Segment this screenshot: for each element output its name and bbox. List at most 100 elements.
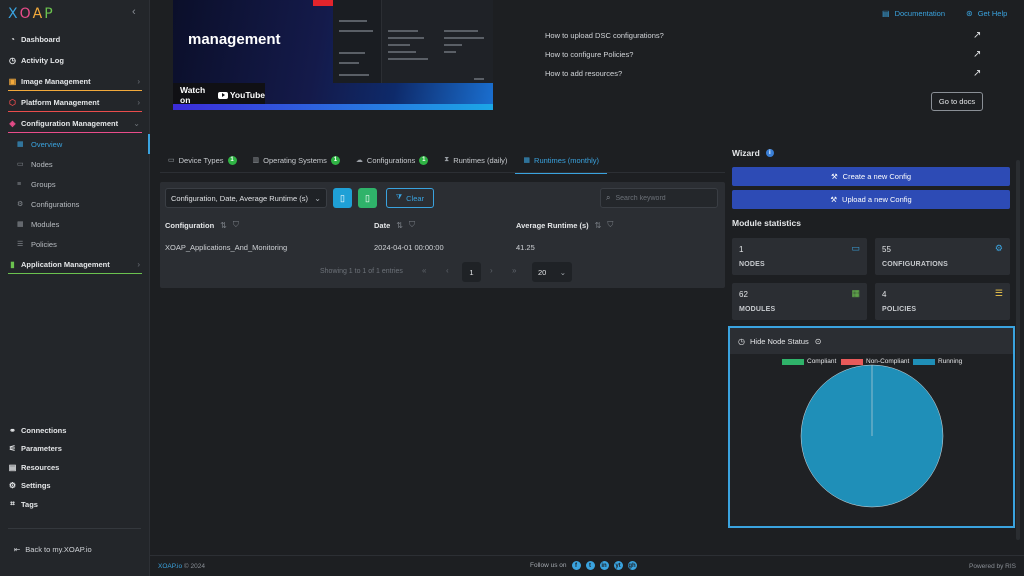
sort-icon[interactable]: ⇅ xyxy=(220,221,227,230)
tab-runtimes-daily[interactable]: ⧗ Runtimes (daily) xyxy=(436,148,515,173)
tag-icon: ⌗ xyxy=(10,499,15,509)
faq-label: How to configure Policies? xyxy=(545,50,634,59)
stat-label: POLICIES xyxy=(882,306,917,313)
documentation-link[interactable]: ▤ Documentation xyxy=(882,9,945,18)
linkedin-icon[interactable]: in xyxy=(599,561,609,570)
gear-icon: ⚙ xyxy=(17,201,24,208)
sidebar-item-configuration-management[interactable]: ◈ Configuration Management ⌄ xyxy=(0,113,150,134)
info-icon[interactable]: i xyxy=(765,149,774,157)
filter-icon[interactable]: ⛉ xyxy=(607,220,613,230)
accent-underline xyxy=(8,111,142,112)
tab-operating-systems[interactable]: ▥ Operating Systems 1 xyxy=(245,148,348,173)
next-page-icon[interactable]: › xyxy=(490,266,493,275)
xoap-logo[interactable]: XOAP xyxy=(8,6,55,22)
clear-filter-button[interactable]: ⧩ Clear xyxy=(386,188,434,208)
sidebar-item-platform-management[interactable]: ⬡ Platform Management › xyxy=(0,92,150,113)
stat-label: CONFIGURATIONS xyxy=(882,261,949,268)
footer: XOAP.io © 2024 Follow us on f t in yt gh… xyxy=(150,555,1024,576)
sidebar-item-label: Image Management xyxy=(21,77,91,86)
column-select-value: Configuration, Date, Average Runtime (s) xyxy=(171,193,309,203)
footer-brand-link[interactable]: XOAP.io xyxy=(158,563,182,570)
page-scrollbar[interactable] xyxy=(1016,160,1020,540)
sort-icon[interactable]: ⇅ xyxy=(595,221,602,230)
sidebar-item-connections[interactable]: ⚭ Connections xyxy=(0,421,150,440)
watch-label: Watch on xyxy=(180,85,206,105)
current-page-button[interactable]: 1 xyxy=(462,262,481,282)
sidebar-subitem-label: Groups xyxy=(31,179,56,189)
wizard-title: Wizard i xyxy=(732,148,774,158)
faq-item[interactable]: How to configure Policies? ↗ xyxy=(545,49,985,60)
faq-item[interactable]: How to upload DSC configurations? ↗ xyxy=(545,30,985,41)
sidebar-item-resources[interactable]: ▤ Resources xyxy=(0,458,150,477)
video-thumbnail[interactable]: management Watch on YouTube xyxy=(173,0,493,110)
collapse-sidebar-icon[interactable]: ‹ xyxy=(132,6,136,18)
stat-card-policies[interactable]: 4 POLICIES ☰ xyxy=(875,283,1010,320)
first-page-icon[interactable]: « xyxy=(422,266,426,275)
clear-label: Clear xyxy=(406,193,425,203)
sidebar-item-parameters[interactable]: ⚟ Parameters xyxy=(0,440,150,459)
module-statistics-title: Module statistics xyxy=(732,218,801,228)
export-csv-button[interactable]: ▯ xyxy=(333,188,352,208)
search-input[interactable] xyxy=(615,194,711,202)
create-config-button[interactable]: ⚒ Create a new Config xyxy=(732,167,1010,186)
chevron-down-icon: ⌄ xyxy=(314,193,321,203)
magic-wand-icon: ⚒ xyxy=(830,172,838,181)
prev-page-icon[interactable]: ‹ xyxy=(446,266,449,275)
last-page-icon[interactable]: » xyxy=(512,266,516,275)
arrow-up-right-icon: ↗ xyxy=(973,49,982,60)
sidebar-item-settings[interactable]: ⚙ Settings xyxy=(0,477,150,496)
facebook-icon[interactable]: f xyxy=(571,561,581,570)
sidebar-item-application-management[interactable]: ▮ Application Management › xyxy=(0,254,150,275)
filter-icon[interactable]: ⛉ xyxy=(233,220,239,230)
column-header-average-runtime[interactable]: Average Runtime (s) ⇅ ⛉ xyxy=(516,220,613,230)
stat-card-nodes[interactable]: 1 NODES ▭ xyxy=(732,238,867,275)
sidebar-subitem-groups[interactable]: ≡ Groups xyxy=(0,174,150,194)
github-icon[interactable]: gh xyxy=(627,561,637,570)
sidebar-subitem-overview[interactable]: ▦ Overview xyxy=(0,134,150,154)
list-icon: ☰ xyxy=(17,241,24,248)
grid-icon: ▦ xyxy=(17,141,24,148)
stat-card-modules[interactable]: 62 MODULES ▦ xyxy=(732,283,867,320)
list-icon: ☰ xyxy=(994,288,1003,298)
database-icon: ▤ xyxy=(8,462,17,472)
sidebar-item-activity-log[interactable]: ◷ Activity Log xyxy=(0,50,150,71)
tab-runtimes-monthly[interactable]: ▦ Runtimes (monthly) xyxy=(515,148,607,174)
sidebar-item-label: Connections xyxy=(21,425,67,435)
sidebar-item-image-management[interactable]: ▣ Image Management › xyxy=(0,71,150,92)
page-size-select[interactable]: 20 ⌄ xyxy=(532,262,572,282)
column-select[interactable]: Configuration, Date, Average Runtime (s)… xyxy=(165,188,327,208)
twitter-icon[interactable]: t xyxy=(585,561,595,570)
sidebar-item-label: Settings xyxy=(21,481,51,491)
sort-icon[interactable]: ⇅ xyxy=(396,221,403,230)
sidebar-subitem-label: Configurations xyxy=(31,199,80,209)
sidebar-subitem-modules[interactable]: ▦ Modules xyxy=(0,214,150,234)
column-header-date[interactable]: Date ⇅ ⛉ xyxy=(374,220,415,230)
sidebar-item-tags[interactable]: ⌗ Tags xyxy=(0,495,150,514)
help-link[interactable]: ⊛ Get Help xyxy=(966,9,1007,18)
tab-configurations[interactable]: ☁ Configurations 1 xyxy=(348,148,436,173)
sidebar-subitem-configurations[interactable]: ⚙ Configurations xyxy=(0,194,150,214)
stat-card-configurations[interactable]: 55 CONFIGURATIONS ⚙ xyxy=(875,238,1010,275)
search-box[interactable]: ⌕ xyxy=(600,188,718,208)
tab-label: Runtimes (daily) xyxy=(453,155,508,165)
filter-icon[interactable]: ⛉ xyxy=(409,220,415,230)
footer-brand: XOAP.io © 2024 xyxy=(158,563,205,570)
sidebar-subitem-policies[interactable]: ☰ Policies xyxy=(0,234,150,254)
logo-letter: O xyxy=(19,6,33,22)
youtube-icon[interactable]: yt xyxy=(613,561,623,570)
sidebar-subitem-label: Modules xyxy=(31,219,60,229)
go-to-docs-button[interactable]: Go to docs xyxy=(931,92,983,111)
sidebar-subitem-nodes[interactable]: ▭ Nodes xyxy=(0,154,150,174)
page-size-value: 20 xyxy=(538,267,547,277)
sidebar-item-label: Resources xyxy=(21,462,60,472)
sidebar-item-dashboard[interactable]: ◔ Dashboard xyxy=(0,29,150,50)
back-link[interactable]: ⇤ Back to my.XOAP.io xyxy=(14,545,92,554)
export-excel-button[interactable]: ▯ xyxy=(358,188,377,208)
column-header-configuration[interactable]: Configuration ⇅ ⛉ xyxy=(165,220,239,230)
upload-config-button[interactable]: ⚒ Upload a new Config xyxy=(732,190,1010,209)
logo-letter: X xyxy=(8,6,20,22)
faq-item[interactable]: How to add resources? ↗ xyxy=(545,68,985,79)
youtube-logo: YouTube xyxy=(217,90,265,100)
tab-device-types[interactable]: ▭ Device Types 1 xyxy=(160,148,245,173)
tab-badge: 1 xyxy=(227,155,237,165)
